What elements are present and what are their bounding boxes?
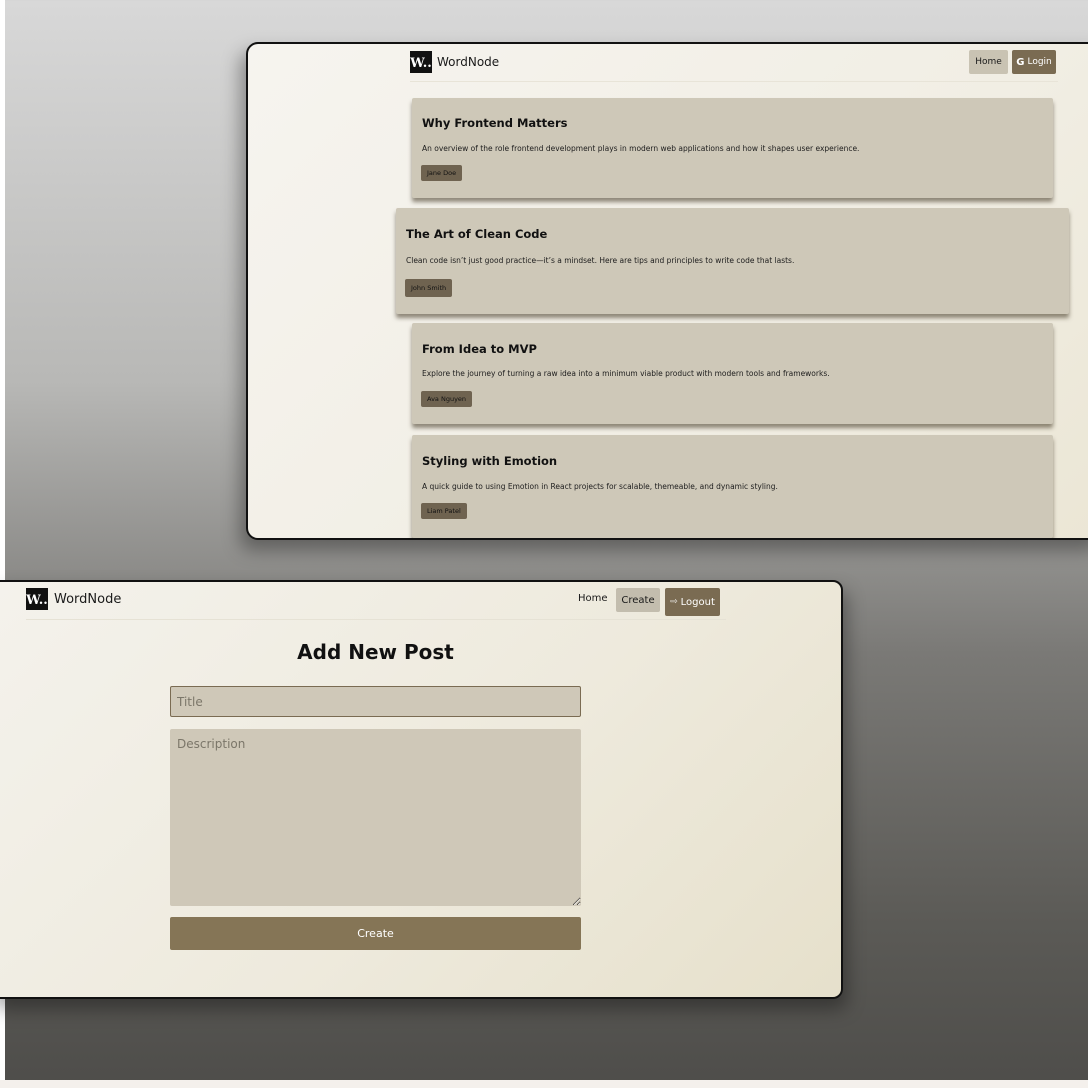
post-card[interactable]: Why Frontend Matters An overview of the …	[412, 98, 1053, 198]
logout-label: Logout	[680, 596, 715, 608]
post-description: Explore the journey of turning a raw ide…	[422, 369, 830, 378]
form-heading: Add New Post	[297, 640, 454, 664]
create-navbar: W.. WordNode Home Create ⇨ Logout	[26, 586, 726, 620]
brand-name[interactable]: WordNode	[54, 592, 121, 607]
post-card[interactable]: The Art of Clean Code Clean code isn’t j…	[396, 208, 1069, 314]
post-title: The Art of Clean Code	[406, 227, 548, 241]
author-badge[interactable]: Jane Doe	[421, 165, 463, 181]
post-description: An overview of the role frontend develop…	[422, 144, 860, 153]
create-nav-button[interactable]: Create	[616, 588, 660, 612]
description-textarea[interactable]	[170, 729, 581, 906]
feed-window: W.. WordNode Home G Login Why Frontend M…	[246, 42, 1088, 540]
home-button[interactable]: Home	[969, 50, 1008, 74]
post-description: A quick guide to using Emotion in React …	[422, 482, 778, 491]
logout-icon: ⇨	[670, 597, 678, 607]
logout-button[interactable]: ⇨ Logout	[665, 588, 720, 616]
post-title: Why Frontend Matters	[422, 116, 568, 130]
post-title: From Idea to MVP	[422, 342, 537, 356]
post-card[interactable]: From Idea to MVP Explore the journey of …	[412, 323, 1053, 424]
title-input[interactable]	[170, 686, 581, 717]
home-link[interactable]: Home	[578, 593, 608, 604]
create-window: W.. WordNode Home Create ⇨ Logout Add Ne…	[0, 580, 843, 999]
google-icon: G	[1016, 56, 1025, 68]
login-label: Login	[1027, 57, 1052, 67]
create-submit-button[interactable]: Create	[170, 917, 581, 950]
bottom-edge-strip	[0, 1080, 1088, 1088]
login-button[interactable]: G Login	[1012, 50, 1056, 74]
post-description: Clean code isn’t just good practice—it’s…	[406, 256, 795, 265]
wordnode-logo-icon[interactable]: W..	[26, 588, 48, 610]
post-card[interactable]: Styling with Emotion A quick guide to us…	[412, 435, 1053, 538]
author-badge[interactable]: Liam Patel	[421, 503, 467, 519]
feed-navbar: W.. WordNode Home G Login	[410, 50, 1058, 82]
post-title: Styling with Emotion	[422, 454, 558, 468]
wordnode-logo-icon[interactable]: W..	[410, 51, 432, 73]
author-badge[interactable]: Ava Nguyen	[421, 391, 473, 407]
author-badge[interactable]: John Smith	[405, 279, 453, 297]
brand-name[interactable]: WordNode	[437, 55, 499, 69]
